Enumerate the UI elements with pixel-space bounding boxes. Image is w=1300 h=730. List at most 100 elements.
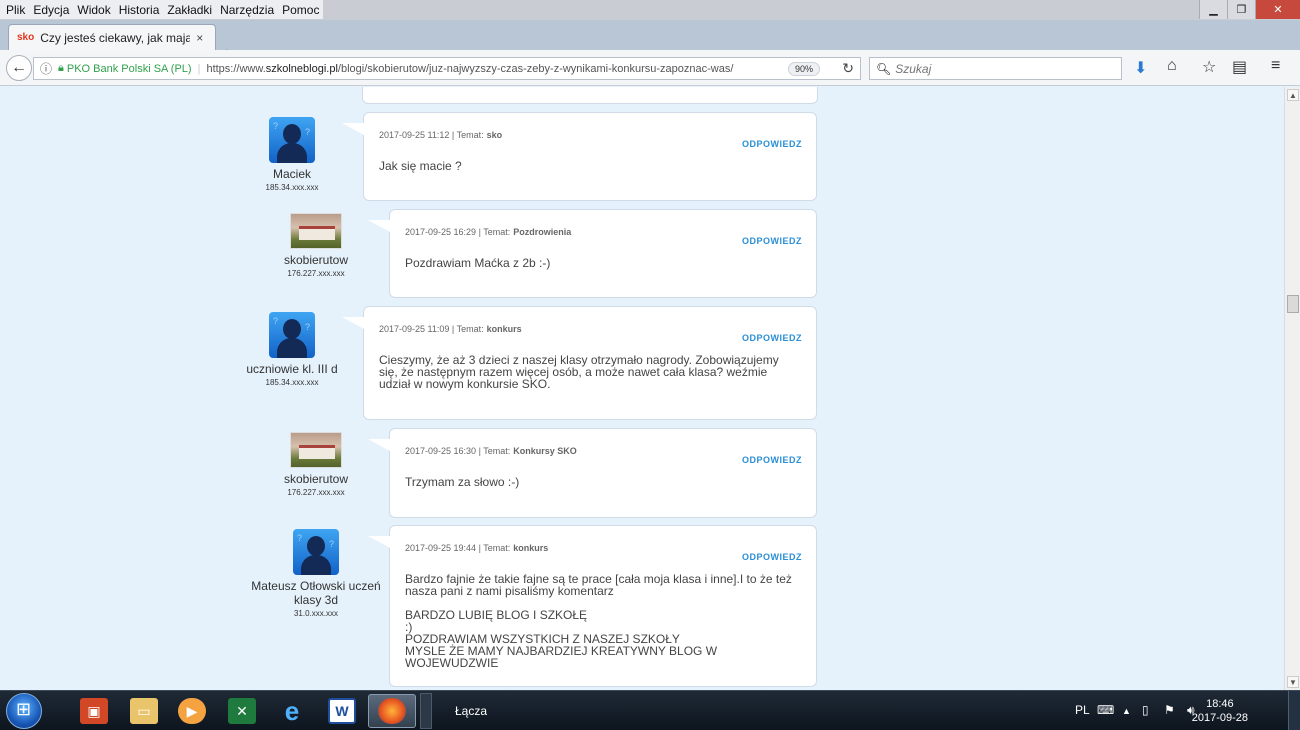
menu-edycja[interactable]: Edycja [29,3,73,17]
default-avatar-icon: ?? [269,312,315,358]
comment-author: skobierutow 176.227.xxx.xxx [251,213,381,278]
device-icon[interactable]: ▯ [1142,703,1149,717]
hamburger-menu-icon[interactable]: ≡ [1271,57,1280,75]
url-text[interactable]: https://www.szkolneblogi.pl/blogi/skobie… [206,63,733,75]
back-button[interactable]: ← [6,55,32,81]
info-icon[interactable]: ⓘ [40,60,52,77]
home-icon[interactable]: ⌂ [1167,57,1177,75]
comment-text: Jak się macie ? [379,159,462,173]
menu-bar: Plik Edycja Widok Historia Zakładki Narz… [0,0,324,19]
comment-meta: 2017-09-25 11:12 | Temat: sko [379,130,503,140]
comment-meta: 2017-09-25 16:29 | Temat: Pozdrowienia [405,227,572,237]
tab-close-button[interactable]: × [196,31,203,45]
scroll-thumb[interactable] [1287,295,1299,313]
search-icon: 🔍︎ [876,61,892,76]
browser-tab[interactable]: sko Czy jesteś ciekawy, jak mają s × [8,24,216,50]
firefox-icon [378,698,406,724]
menu-plik[interactable]: Plik [2,3,29,17]
comment-card: 2017-09-25 19:44 | Temat: konkurs ODPOWIE… [368,525,817,687]
certificate-org[interactable]: PKO Bank Polski SA (PL) [67,63,192,75]
comment-card: 2017-09-25 16:30 | Temat: Konkursy SKO OD… [368,428,817,518]
author-ip: 176.227.xxx.xxx [287,488,345,497]
taskbar: ▣ ▭ ▶ ✕ e W Łącza PL ⌨ ▲ ▯ ⚑ 🔊︎ 18:46 20… [0,690,1300,730]
scroll-down-arrow-icon[interactable]: ▼ [1287,676,1299,688]
window-controls: ▁ ❐ ✕ [1199,0,1300,19]
author-name: Maciek [272,167,311,181]
tab-favicon: sko [17,32,35,43]
search-input[interactable] [895,61,1116,76]
folder-icon: ▭ [130,698,158,724]
comment-text: Bardzo fajnie że takie fajne są te prace… [405,572,792,670]
school-photo-avatar [290,213,342,249]
comment-author: ?? Mateusz Otłowski uczeń klasy 3d 31.0.… [251,529,381,618]
clock[interactable]: 18:46 2017-09-28 [1192,697,1248,725]
start-button[interactable] [6,693,42,729]
clock-time: 18:46 [1206,698,1234,710]
comment-meta: 2017-09-25 19:44 | Temat: konkurs [405,543,549,553]
reply-button[interactable]: ODPOWIEDZ [742,552,802,562]
comment-text: Trzymam za słowo :-) [405,475,520,489]
reload-icon[interactable]: ↻ [842,60,854,77]
author-name: skobierutow [283,472,349,486]
reply-button[interactable]: ODPOWIEDZ [742,333,802,343]
bookmark-star-icon[interactable]: ☆ [1202,57,1216,77]
action-center-flag-icon[interactable]: ⚑ [1164,703,1175,717]
excel-taskbar-button[interactable]: ✕ [218,694,266,728]
scroll-up-arrow-icon[interactable]: ▲ [1287,89,1299,101]
author-ip: 31.0.xxx.xxx [293,609,338,618]
keyboard-icon[interactable]: ⌨ [1097,703,1114,717]
tab-bar: sko Czy jesteś ciekawy, jak mają s × + [0,20,1300,63]
maximize-button[interactable]: ❐ [1227,0,1255,19]
show-hidden-icons[interactable]: ▲ [1122,706,1131,716]
file-explorer-taskbar-button[interactable]: ▭ [120,694,168,728]
search-box[interactable]: 🔍︎ [869,57,1122,80]
download-icon[interactable]: ⬇ [1134,58,1147,78]
reply-button[interactable]: ODPOWIEDZ [742,455,802,465]
word-icon: W [328,698,356,724]
previous-comment-card [362,87,818,104]
clock-date: 2017-09-28 [1191,712,1248,724]
lock-icon[interactable]: 🔒︎ [58,62,64,75]
show-desktop-button[interactable] [1288,691,1300,730]
reply-button[interactable]: ODPOWIEDZ [742,139,802,149]
firefox-taskbar-button[interactable] [368,694,416,728]
comment-author: ?? Maciek 185.34.xxx.xxx [227,117,357,192]
reply-button[interactable]: ODPOWIEDZ [742,236,802,246]
media-player-taskbar-button[interactable]: ▶ [168,694,216,728]
powerpoint-icon: ▣ [80,698,108,724]
author-ip: 185.34.xxx.xxx [265,378,319,387]
menu-widok[interactable]: Widok [73,3,114,17]
powerpoint-taskbar-button[interactable]: ▣ [70,694,118,728]
author-name: Mateusz Otłowski uczeń klasy 3d [251,579,381,607]
zoom-indicator[interactable]: 90% [787,62,820,76]
taskbar-scroll[interactable] [420,693,432,729]
language-indicator[interactable]: PL [1075,703,1090,717]
vertical-scrollbar[interactable]: ▲ ▼ [1284,87,1300,690]
tab-title: Czy jesteś ciekawy, jak mają s [40,30,191,45]
address-bar[interactable]: ⓘ 🔒︎ PKO Bank Polski SA (PL) | https://w… [33,57,861,80]
internet-explorer-icon: e [284,695,300,726]
author-name: uczniowie kl. III d [246,362,338,376]
comment-text: Pozdrawiam Maćka z 2b :-) [405,256,551,270]
library-icon[interactable]: ▤ [1232,57,1247,77]
author-name: skobierutow [283,253,349,267]
url-separator: | [197,62,201,75]
word-taskbar-button[interactable]: W [318,694,366,728]
menu-narzedzia[interactable]: Narzędzia [216,3,278,17]
navigation-bar: ← ⓘ 🔒︎ PKO Bank Polski SA (PL) | https:/… [0,50,1300,86]
menu-historia[interactable]: Historia [115,3,164,17]
back-arrow-icon: ← [11,59,27,76]
minimize-button[interactable]: ▁ [1199,0,1227,19]
menu-zakladki[interactable]: Zakładki [163,3,216,17]
links-toolbar-label[interactable]: Łącza [455,704,487,718]
excel-icon: ✕ [228,698,256,724]
comment-author: skobierutow 176.227.xxx.xxx [251,432,381,497]
author-ip: 176.227.xxx.xxx [287,269,345,278]
comment-card: 2017-09-25 11:09 | Temat: konkurs ODPOWIE… [342,306,817,420]
menu-pomoc[interactable]: Pomoc [278,3,323,17]
comment-card: 2017-09-25 16:29 | Temat: Pozdrowienia OD… [368,209,817,298]
internet-explorer-taskbar-button[interactable]: e [268,694,316,728]
close-window-button[interactable]: ✕ [1255,0,1300,19]
author-ip: 185.34.xxx.xxx [265,183,319,192]
media-player-icon: ▶ [178,698,206,724]
